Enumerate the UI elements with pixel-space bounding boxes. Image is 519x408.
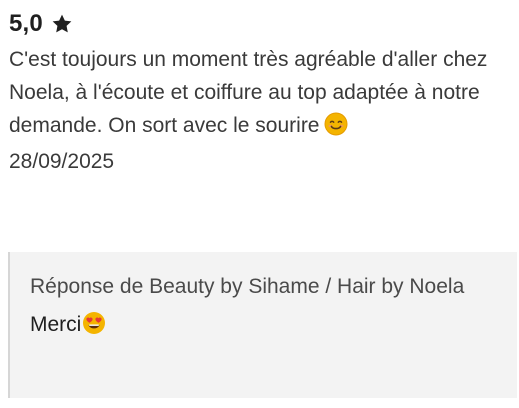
smiling-face-emoji-icon — [324, 112, 347, 136]
owner-response: Réponse de Beauty by Sihame / Hair by No… — [8, 252, 517, 398]
response-text: Merci — [30, 308, 497, 342]
review-card: 5,0 C'est toujours un moment très agréab… — [9, 6, 514, 178]
review-date: 28/09/2025 — [9, 150, 115, 173]
rating-value: 5,0 — [9, 10, 43, 37]
response-title: Réponse de Beauty by Sihame / Hair by No… — [30, 275, 465, 298]
review-text: C'est toujours un moment très agréable d… — [9, 43, 514, 142]
star-icon — [52, 14, 72, 33]
review-body: C'est toujours un moment très agréable d… — [9, 48, 488, 137]
response-body: Merci — [30, 313, 82, 336]
heart-eyes-emoji-icon — [83, 312, 106, 334]
rating-row: 5,0 — [9, 6, 514, 42]
